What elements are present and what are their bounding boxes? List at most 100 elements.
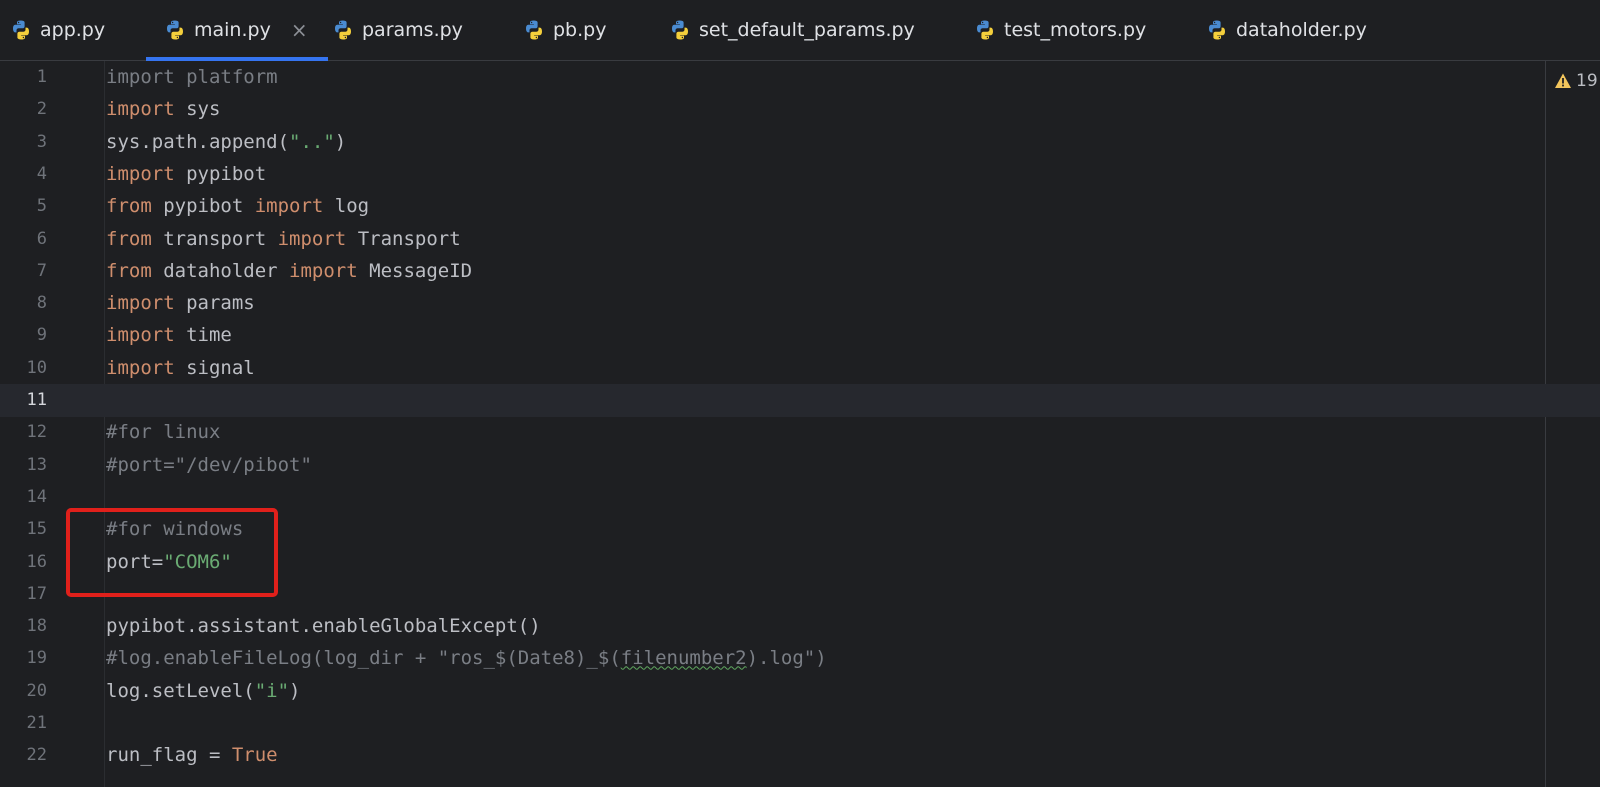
code-token: transport <box>151 227 278 250</box>
line-number[interactable]: 2 <box>0 93 47 126</box>
line-number[interactable]: 12 <box>0 416 47 449</box>
code-token: signal <box>174 356 255 379</box>
line-number[interactable]: 18 <box>0 610 47 643</box>
code-line[interactable]: 21 <box>0 707 1600 740</box>
code-text: import pypibot <box>106 158 266 191</box>
code-text: #port="/dev/pibot" <box>106 449 312 482</box>
code-line[interactable]: 9 import time <box>0 319 1600 352</box>
code-editor[interactable]: 1 import platform 2 import sys 3 sys.path.app… <box>0 61 1600 787</box>
code-token: from <box>106 259 152 282</box>
python-file-icon <box>164 19 186 41</box>
code-token: pypibot <box>151 195 255 218</box>
code-token: import <box>106 98 175 121</box>
inspection-warnings-indicator[interactable]: 19 <box>1554 70 1598 92</box>
code-text: from pypibot import log <box>106 190 369 223</box>
code-token: pypibot.assistant.enableGlobalExcept() <box>106 615 541 638</box>
code-token: #port="/dev/pibot" <box>106 453 312 476</box>
code-token: pypibot <box>174 162 267 185</box>
line-number[interactable]: 19 <box>0 642 47 675</box>
code-line[interactable]: 6 from transport import Transport <box>0 223 1600 256</box>
line-number[interactable]: 3 <box>0 126 47 159</box>
tab-main-py[interactable]: main.py × <box>146 0 328 61</box>
code-token: sys <box>174 98 221 121</box>
code-line[interactable]: 5 from pypibot import log <box>0 190 1600 223</box>
code-token: "COM6" <box>163 550 232 573</box>
code-token: dataholder <box>151 259 290 282</box>
tab-app-py[interactable]: app.py <box>10 0 105 60</box>
close-tab-icon[interactable]: × <box>291 18 308 42</box>
line-number[interactable]: 13 <box>0 449 47 482</box>
code-line[interactable]: 7 from dataholder import MessageID <box>0 255 1600 288</box>
code-token: import <box>254 195 324 218</box>
code-line[interactable]: 4 import pypibot <box>0 158 1600 191</box>
code-token: port= <box>106 550 164 573</box>
code-line[interactable]: 19 #log.enableFileLog(log_dir + "ros_$(Da… <box>0 642 1600 675</box>
code-line[interactable]: 14 <box>0 481 1600 514</box>
line-number[interactable]: 9 <box>0 319 47 352</box>
tab-label: dataholder.py <box>1236 19 1367 41</box>
code-line[interactable]: 16 port="COM6" <box>0 546 1600 579</box>
python-file-icon <box>669 19 691 41</box>
code-line[interactable]: 3 sys.path.append("..") <box>0 126 1600 159</box>
ide-window: app.py main.py × params.py pb.py set_def… <box>0 0 1600 787</box>
line-number[interactable]: 16 <box>0 546 47 579</box>
line-number[interactable]: 5 <box>0 190 47 223</box>
code-token: import <box>277 227 347 250</box>
code-token: MessageID <box>357 259 473 282</box>
code-token: filenumber2 <box>620 647 747 670</box>
code-token: import <box>106 292 175 315</box>
code-token: import platform <box>106 66 278 88</box>
code-line[interactable]: 15 #for windows <box>0 513 1600 546</box>
line-number[interactable]: 8 <box>0 287 47 320</box>
code-token: sys.path.append( <box>106 130 290 153</box>
tab-test-motors-py[interactable]: test_motors.py <box>974 0 1146 60</box>
tab-pb-py[interactable]: pb.py <box>523 0 606 60</box>
line-number[interactable]: 22 <box>0 739 47 772</box>
tab-params-py[interactable]: params.py <box>332 0 463 60</box>
line-number[interactable]: 4 <box>0 158 47 191</box>
line-number[interactable]: 6 <box>0 223 47 256</box>
line-number[interactable]: 10 <box>0 352 47 385</box>
code-token: import <box>106 324 175 347</box>
code-token: #for linux <box>106 421 221 444</box>
code-line[interactable]: 18 pypibot.assistant.enableGlobalExcept() <box>0 610 1600 643</box>
code-text: import sys <box>106 93 220 126</box>
tab-label: pb.py <box>553 19 607 41</box>
tab-set-default-params-py[interactable]: set_default_params.py <box>669 0 915 60</box>
code-text: #for windows <box>106 513 243 546</box>
code-text: #for linux <box>106 416 220 449</box>
tab-dataholder-py[interactable]: dataholder.py <box>1206 0 1367 60</box>
tab-label: main.py <box>194 19 271 41</box>
code-line[interactable]: 2 import sys <box>0 93 1600 126</box>
code-token: log <box>323 195 370 218</box>
python-file-icon <box>974 19 996 41</box>
line-number[interactable]: 21 <box>0 707 47 740</box>
python-file-icon <box>1206 19 1228 41</box>
line-number[interactable]: 1 <box>0 61 47 94</box>
code-text: from transport import Transport <box>106 223 461 256</box>
line-number[interactable]: 20 <box>0 675 47 708</box>
code-line[interactable]: 1 import platform <box>0 61 1600 94</box>
code-text: pypibot.assistant.enableGlobalExcept() <box>106 610 541 643</box>
tab-label: app.py <box>40 19 106 41</box>
code-line[interactable]: 10 import signal <box>0 352 1600 385</box>
code-line[interactable]: 8 import params <box>0 287 1600 320</box>
warning-count: 19 <box>1576 71 1598 91</box>
code-line[interactable]: 12 #for linux <box>0 416 1600 449</box>
code-line[interactable]: 13 #port="/dev/pibot" <box>0 449 1600 482</box>
line-number[interactable]: 17 <box>0 578 47 611</box>
line-number[interactable]: 15 <box>0 513 47 546</box>
code-token: import <box>106 162 175 185</box>
warning-triangle-icon <box>1555 73 1571 88</box>
line-number[interactable]: 14 <box>0 481 47 514</box>
code-line[interactable]: 22 run_flag = True <box>0 739 1600 772</box>
line-number[interactable]: 7 <box>0 255 47 288</box>
code-token: import <box>106 356 175 379</box>
code-line[interactable]: 20 log.setLevel("i") <box>0 675 1600 708</box>
code-token: log.setLevel( <box>106 679 255 702</box>
line-number[interactable]: 11 <box>0 384 47 417</box>
tab-label: test_motors.py <box>1004 19 1147 41</box>
code-line[interactable]: 17 <box>0 578 1600 611</box>
code-token: ) <box>334 130 347 153</box>
code-line[interactable]: 11 <box>0 384 1600 417</box>
